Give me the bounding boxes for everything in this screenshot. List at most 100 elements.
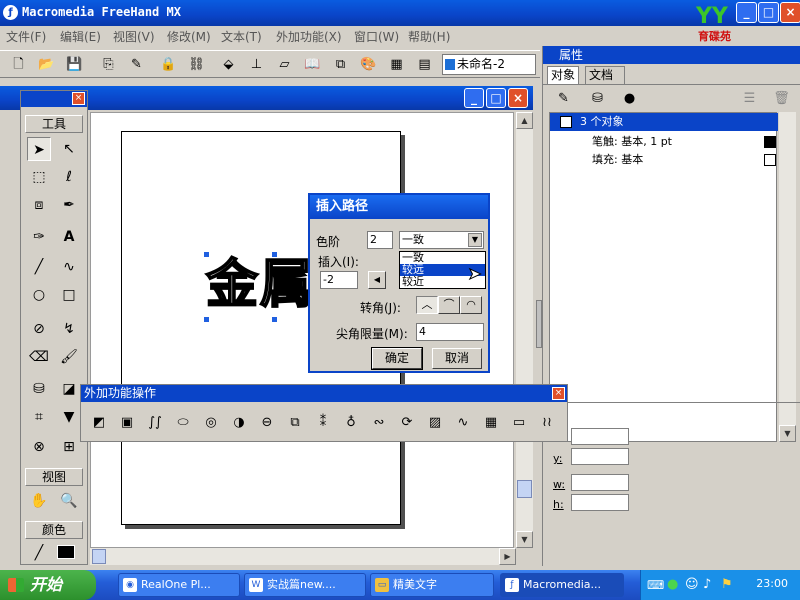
hand-tool-icon[interactable]: ✋ — [27, 489, 51, 513]
align-icon[interactable]: ⊥ — [246, 54, 267, 75]
y-field[interactable] — [571, 448, 629, 465]
chevron-down-icon[interactable]: ▼ — [468, 233, 482, 247]
brush-tool-icon[interactable]: 🖌 — [57, 345, 81, 369]
ok-button[interactable]: 确定 — [371, 347, 423, 370]
text-tool-icon[interactable]: A — [57, 225, 81, 249]
list-item[interactable]: 填充: 基本 — [550, 151, 778, 169]
steps-input[interactable]: 2 — [367, 231, 393, 249]
art-text-object[interactable]: 金属 — [205, 242, 314, 317]
inset-decrement-button[interactable]: ◀ — [368, 271, 386, 289]
scroll-down-button[interactable]: ▼ — [516, 531, 533, 548]
mode-select[interactable]: 一致 ▼ — [399, 231, 484, 249]
panel-splitter[interactable] — [536, 300, 542, 348]
selection-handle[interactable] — [204, 252, 209, 257]
crop-tool-icon[interactable]: ⌗ — [27, 405, 51, 429]
volume-icon[interactable]: ♪ — [703, 577, 711, 592]
trash-icon[interactable]: 🗑 — [771, 88, 792, 109]
expand-stroke-icon[interactable]: ∾ — [369, 413, 389, 433]
pen-tool-icon[interactable]: ✑ — [27, 225, 51, 249]
line-tool-icon[interactable]: ╱ — [27, 255, 51, 279]
vertical-scroll-thumb[interactable] — [517, 480, 532, 498]
miter-join-button[interactable]: ︿ — [416, 296, 438, 314]
fill-tool-icon[interactable]: ◪ — [57, 377, 81, 401]
trace-icon[interactable]: ▦ — [481, 413, 501, 433]
eyedropper-tool-icon[interactable]: ✒ — [57, 193, 81, 217]
unlock-icon[interactable]: ⛓ — [186, 54, 207, 75]
doc-maximize-button[interactable]: □ — [486, 88, 506, 108]
union-icon[interactable]: ⬭ — [173, 413, 193, 433]
h-field[interactable] — [571, 494, 629, 511]
list-item[interactable]: 笔触: 基本, 1 pt — [550, 133, 778, 151]
messenger-icon[interactable]: ☺ — [685, 577, 699, 592]
properties-scroll-down-button[interactable]: ▼ — [779, 425, 796, 442]
new-document-icon[interactable]: 🗋 — [8, 54, 29, 75]
taskbar-item-folder[interactable]: ▭ 精美文字 — [370, 573, 494, 597]
x-field[interactable] — [571, 428, 629, 445]
zoom-tool-icon[interactable]: 🔍 — [57, 489, 81, 513]
simplify-icon[interactable]: ∿ — [453, 413, 473, 433]
add-fill-icon[interactable]: ⛁ — [587, 88, 608, 109]
lock-icon[interactable]: 🔒 — [158, 54, 179, 75]
link-tool-icon[interactable]: ⊗ — [27, 435, 51, 459]
security-icon[interactable]: ⚑ — [721, 577, 733, 592]
menu-view[interactable]: 视图(V) — [113, 28, 155, 45]
close-button[interactable]: × — [780, 2, 800, 23]
scroll-up-button[interactable]: ▲ — [516, 112, 533, 129]
add-effect-icon[interactable]: ● — [619, 88, 640, 109]
inset-input[interactable]: -2 — [320, 271, 358, 289]
object-checkbox[interactable] — [560, 116, 572, 128]
palette-icon[interactable]: 🎨 — [358, 54, 379, 75]
reverse-direction-icon[interactable]: ⟳ — [397, 413, 417, 433]
lasso-tool-icon[interactable]: ℓ — [57, 165, 81, 189]
export-icon[interactable]: ✎ — [126, 54, 147, 75]
crop-icon[interactable]: ⧉ — [285, 413, 305, 433]
scroll-right-button[interactable]: ▶ — [499, 548, 516, 565]
horizontal-scroll-thumb[interactable] — [92, 549, 106, 564]
menu-file[interactable]: 文件(F) — [6, 28, 46, 45]
vertical-scrollbar[interactable]: ▲ ▼ — [516, 112, 533, 548]
w-field[interactable] — [571, 474, 629, 491]
freehand-tool-icon[interactable]: ∿ — [57, 255, 81, 279]
tab-object[interactable]: 对象 — [547, 66, 580, 84]
save-icon[interactable]: 💾 — [64, 54, 85, 75]
fill-color-swatch[interactable] — [57, 545, 75, 559]
emboss-icon[interactable]: ♁ — [341, 413, 361, 433]
taskbar-item-word[interactable]: W 实战篇new.... — [244, 573, 366, 597]
tab-document[interactable]: 文档 — [585, 66, 625, 84]
tools-panel-close-button[interactable]: × — [72, 92, 85, 105]
doc-minimize-button[interactable]: _ — [464, 88, 484, 108]
arc-icon[interactable]: ◩ — [89, 413, 109, 433]
group-icon[interactable]: ⬙ — [218, 54, 239, 75]
transform-icon[interactable]: ▱ — [274, 54, 295, 75]
cancel-button[interactable]: 取消 — [432, 348, 482, 369]
document-name-select[interactable]: 未命名-2 — [442, 54, 536, 75]
symbol-icon[interactable]: ⧉ — [330, 54, 351, 75]
import-icon[interactable]: ⎘ — [98, 54, 119, 75]
list-item[interactable]: 3 个对象 — [550, 113, 778, 131]
grid-icon[interactable]: ▦ — [386, 54, 407, 75]
menu-edit[interactable]: 编辑(E) — [60, 28, 101, 45]
gradient-tool-icon[interactable]: ▼ — [57, 405, 81, 429]
blend-icon[interactable]: ∫∫ — [145, 413, 165, 433]
scale-tool-icon[interactable]: ⧈ — [27, 193, 51, 217]
doc-close-button[interactable]: × — [508, 88, 528, 108]
transparency-icon[interactable]: ⁑ — [313, 413, 333, 433]
bezigon-tool-icon[interactable]: ↯ — [57, 317, 81, 341]
selection-handle[interactable] — [272, 252, 277, 257]
pointer-tool-icon[interactable]: ➤ — [27, 137, 51, 161]
miter-limit-input[interactable]: 4 — [416, 323, 484, 341]
duplicate-attribute-icon[interactable]: ☰ — [739, 88, 760, 109]
inset-path-icon[interactable]: ▣ — [117, 413, 137, 433]
knife-tool-icon[interactable]: ⊘ — [27, 317, 51, 341]
round-join-button[interactable]: ⌒ — [438, 296, 460, 314]
stroke-color-icon[interactable]: ╱ — [27, 541, 51, 565]
menu-xtras[interactable]: 外加功能(X) — [276, 28, 342, 45]
paint-bucket-icon[interactable]: ⛁ — [27, 377, 51, 401]
selection-handle[interactable] — [204, 317, 209, 322]
open-folder-icon[interactable]: 📂 — [36, 54, 57, 75]
ellipse-tool-icon[interactable]: ○ — [27, 283, 51, 307]
keyboard-icon[interactable]: ⌨ — [647, 578, 664, 592]
page-tool-icon[interactable]: ⬚ — [27, 165, 51, 189]
roughen-icon[interactable]: ≀≀ — [537, 413, 557, 433]
taskbar-item-freehand[interactable]: ƒ Macromedia... — [500, 573, 624, 597]
